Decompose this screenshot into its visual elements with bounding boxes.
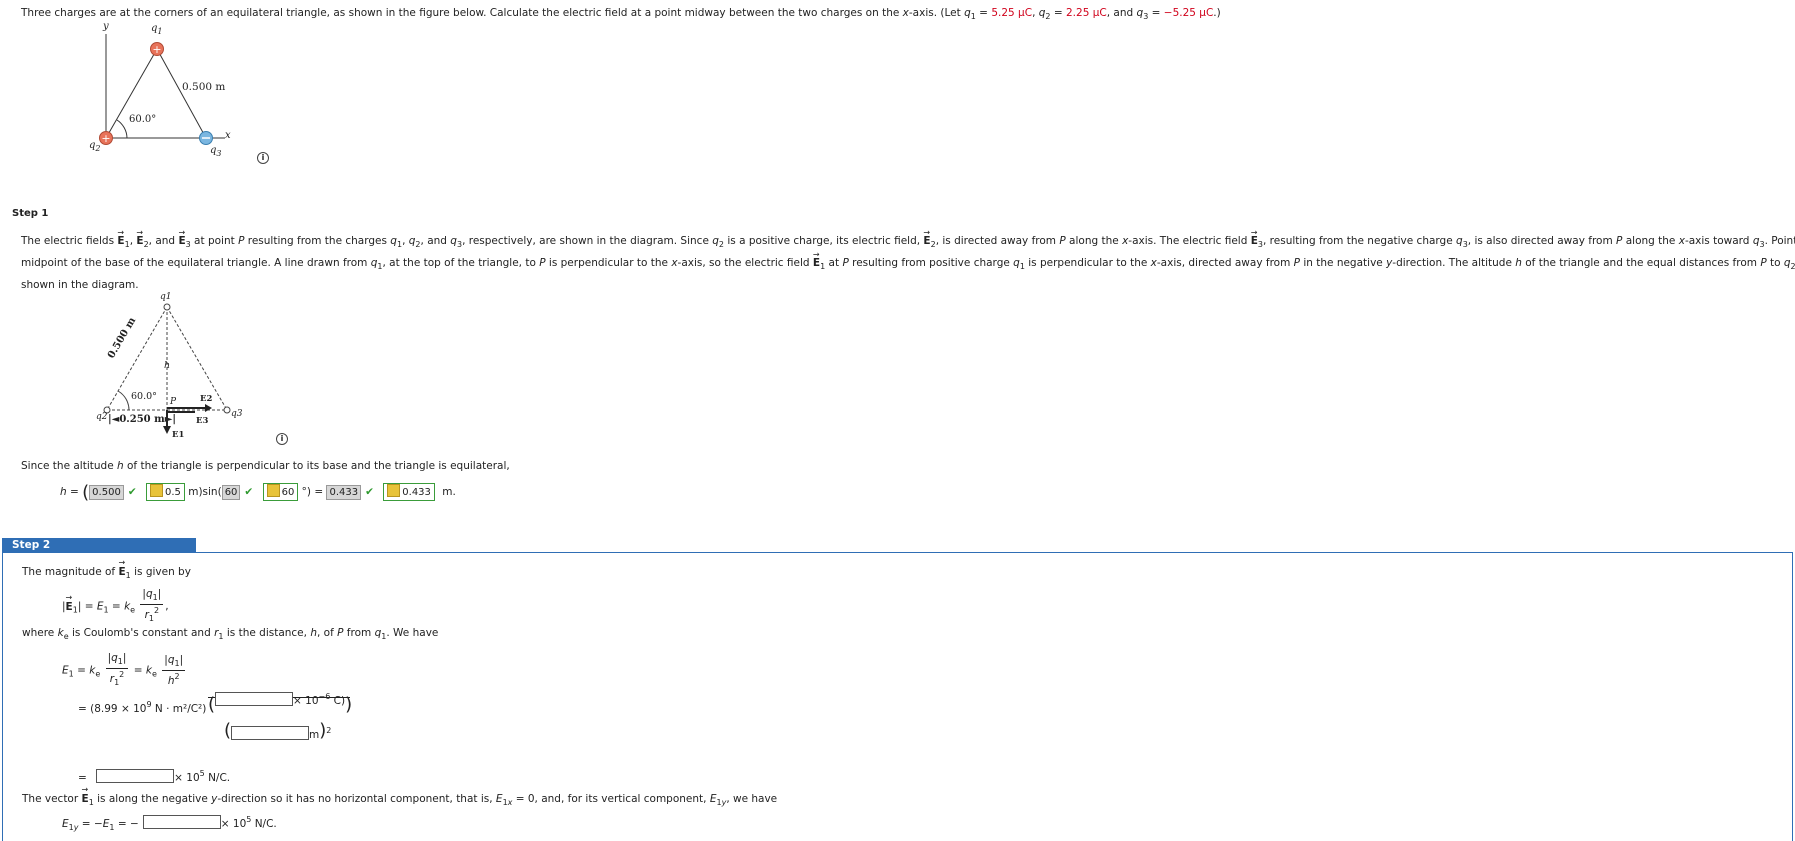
answer-angle[interactable]: 60: [221, 485, 241, 500]
fig1-label-q3: q3: [210, 145, 222, 158]
altitude-intro: Since the altitude h of the triangle is …: [21, 460, 510, 472]
answer-h[interactable]: 0.433: [326, 485, 362, 500]
q1-value: 5.25 μC: [991, 7, 1033, 19]
fig1-label-q2: q2: [89, 140, 101, 153]
fig2-label-E2: E2: [200, 394, 213, 404]
key-icon: [266, 484, 280, 497]
step1-title: Step 1: [12, 208, 49, 219]
svg-text:+: +: [152, 43, 161, 56]
fig2-label-P: P: [170, 397, 177, 407]
fig1-label-y: y: [103, 21, 109, 32]
unit-m-sin: m)sin(: [188, 486, 222, 498]
h-input[interactable]: [231, 726, 310, 740]
coulomb-constant: = (8.99 × 10: [78, 703, 147, 715]
substitution-row: = (8.99 × 109 N · m²/C²): [78, 700, 207, 715]
q3-value: −5.25 μC: [1163, 7, 1214, 19]
fig1-label-side: 0.500 m: [182, 81, 226, 93]
check-icon: ✔: [127, 486, 137, 498]
e1-magnitude-formula: |E1| = E1 = ke |q1|r12,: [62, 588, 169, 625]
step2-title: Step 2: [2, 538, 196, 553]
key-side[interactable]: 0.5: [145, 483, 185, 501]
e1-input[interactable]: [96, 769, 175, 783]
check-icon: ✔: [365, 486, 374, 498]
fig1-label-x: x: [225, 130, 231, 141]
key-h[interactable]: 0.433: [383, 483, 435, 501]
fig2-label-h: h: [164, 360, 171, 371]
fig1-label-angle: 60.0°: [129, 114, 157, 125]
fig2-label-q3: q3: [231, 409, 243, 419]
h-equation: h = (0.500 ✔ 0.5 m)sin(60 ✔ 60 °) = 0.433 ✔…: [60, 482, 456, 503]
e1y-input[interactable]: [142, 815, 221, 829]
q2-value: 2.25 μC: [1066, 7, 1107, 19]
info-icon[interactable]: i: [257, 152, 269, 164]
e1-formula: E1 = ke |q1| r12 = ke |q1| h2: [62, 652, 186, 687]
svg-text:+: +: [101, 132, 110, 145]
fig2-label-E3: E3: [196, 416, 209, 426]
problem-text: Three charges are at the corners of an e…: [21, 7, 992, 21]
info-icon-2[interactable]: i: [276, 433, 288, 445]
unit-m: m.: [442, 486, 456, 498]
e1-result-row: = × 105 N/C.: [78, 769, 231, 784]
step1-explanation: The electric fields E1, E2, and E3 at po…: [21, 224, 1795, 294]
fig2-label-q2: q2: [96, 412, 108, 422]
q1-input[interactable]: [215, 692, 294, 706]
fig2-label-angle: 60.0°: [131, 391, 157, 402]
problem-statement: Three charges are at the corners of an e…: [21, 7, 1221, 21]
answer-side[interactable]: 0.500: [89, 485, 124, 500]
h-input-row: (m)2: [224, 720, 332, 741]
deg-eq: °) =: [301, 486, 324, 498]
fig2-label-base: |◄0.250 m►|: [108, 414, 177, 425]
check-icon: ✔: [244, 486, 254, 498]
step2-intro: The magnitude of E1 is given by: [22, 558, 191, 580]
key-icon: [149, 484, 163, 497]
key-angle[interactable]: 60: [262, 483, 299, 501]
q1-input-row: (× 10−6 C)): [208, 692, 353, 715]
key-icon: [387, 484, 401, 497]
triangle-figure: + +: [99, 34, 225, 145]
fig1-label-q1: q1: [151, 23, 163, 36]
fig2-label-q1: q1: [160, 292, 172, 302]
vector-text: The vector E1 is along the negative y-di…: [22, 785, 777, 807]
fig2-label-E1: E1: [172, 430, 185, 440]
where-text: where ke is Coulomb's constant and r1 is…: [22, 627, 439, 641]
h-label: h =: [60, 486, 83, 498]
e1y-row: E1y = −E1 = − × 105 N/C.: [62, 815, 277, 832]
